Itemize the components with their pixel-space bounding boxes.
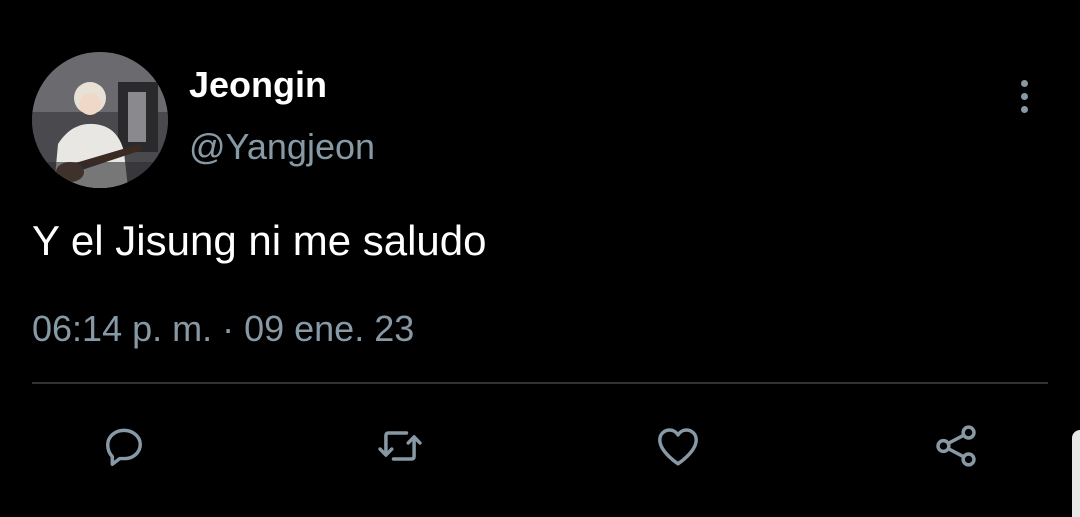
share-button[interactable] (926, 416, 986, 476)
reply-button[interactable] (94, 416, 154, 476)
heart-icon (658, 428, 698, 466)
author-handle[interactable]: @Yangjeon (189, 126, 375, 168)
more-dot (1020, 92, 1028, 100)
divider (32, 382, 1048, 384)
author-name[interactable]: Jeongin (189, 64, 327, 106)
more-dot (1020, 105, 1028, 113)
share-icon (936, 425, 976, 467)
more-vertical-icon[interactable] (1004, 76, 1044, 116)
scrollbar-edge (1072, 430, 1080, 517)
like-button[interactable] (648, 416, 708, 476)
retweet-button[interactable] (370, 416, 430, 476)
reply-icon (106, 428, 142, 466)
tweet-text: Y el Jisung ni me saludo (32, 217, 487, 264)
action-bar (0, 416, 1080, 476)
retweet-icon (378, 431, 422, 461)
avatar[interactable] (32, 52, 168, 188)
more-dot (1020, 79, 1028, 87)
avatar-image (32, 52, 168, 188)
tweet-timestamp[interactable]: 06:14 p. m. · 09 ene. 23 (32, 308, 414, 350)
